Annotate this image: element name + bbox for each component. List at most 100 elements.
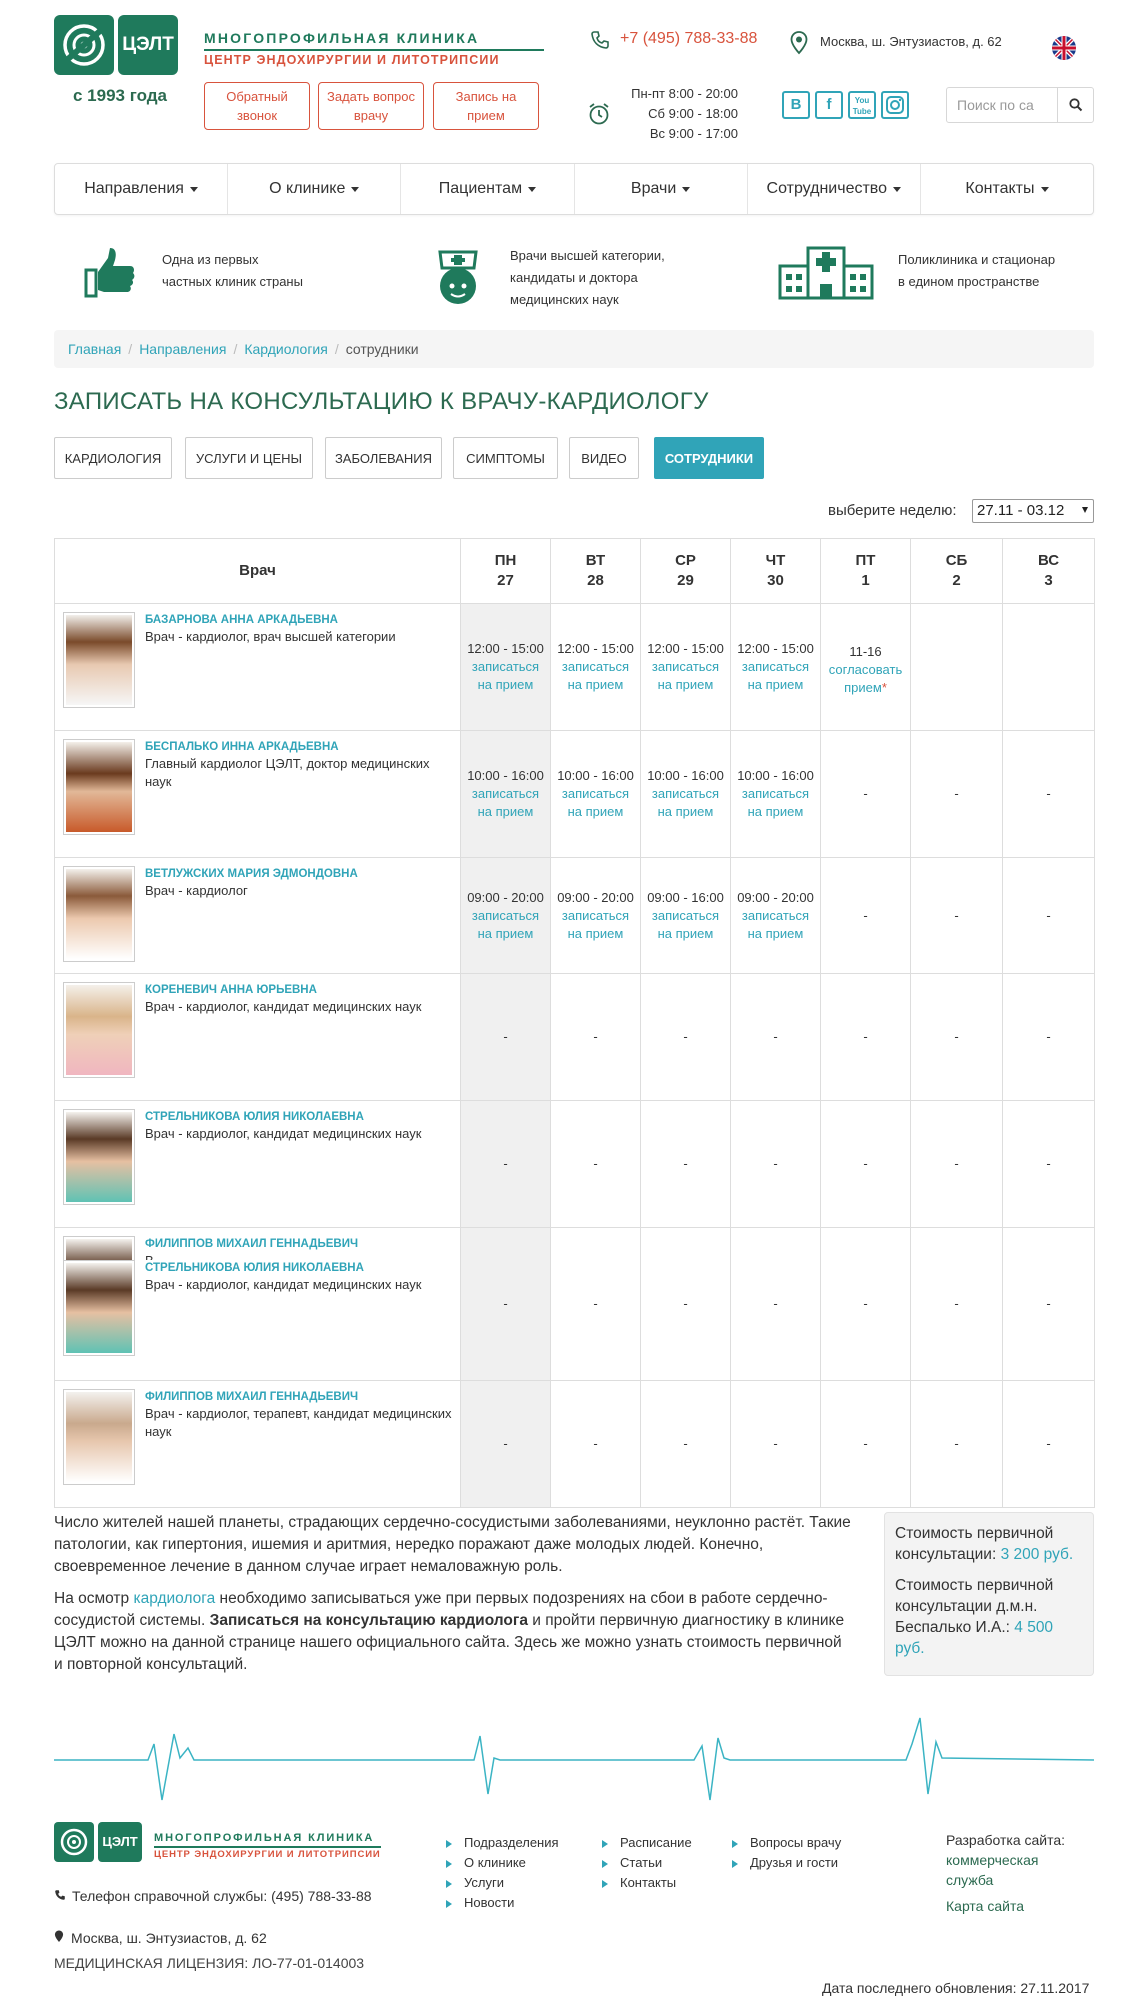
doctor-photo[interactable] (63, 982, 135, 1078)
doctor-photo[interactable] (63, 866, 135, 962)
footer-link-friends[interactable]: Друзья и гости (732, 1853, 841, 1873)
footer-link-services[interactable]: Услуги (446, 1873, 559, 1893)
search-button[interactable] (1057, 88, 1093, 122)
agree-appointment-link[interactable]: согласовать прием* (821, 661, 910, 697)
book-appointment-link[interactable]: записаться на прием (641, 658, 730, 694)
cardiologist-link[interactable]: кардиолога (133, 1590, 215, 1607)
doctor-card: БАЗАРНОВА АННА АРКАДЬЕВНА Врач - кардиоло… (63, 612, 452, 708)
nav-item-directions[interactable]: Направления (55, 164, 229, 214)
header-address: Москва, ш. Энтузиастов, д. 62 (820, 34, 1002, 49)
doctor-name-link[interactable]: БАЗАРНОВА АННА АРКАДЬЕВНА (145, 614, 396, 626)
book-appointment-link[interactable]: записаться на прием (461, 907, 550, 943)
search-input[interactable] (947, 88, 1057, 122)
doctor-name-link[interactable]: ФИЛИППОВ МИХАИЛ ГЕННАДЬЕВИЧ (145, 1238, 358, 1250)
footer-link-schedule[interactable]: Расписание (602, 1833, 692, 1853)
breadcrumb-directions[interactable]: Направления (139, 341, 226, 357)
doctor-name-link[interactable]: СТРЕЛЬНИКОВА ЮЛИЯ НИКОЛАЕВНА (145, 1262, 421, 1274)
nav-item-cooperation[interactable]: Сотрудничество (748, 164, 921, 214)
ask-doctor-button[interactable]: Задать вопрос врачу (318, 82, 424, 130)
footer-link-about[interactable]: О клинике (446, 1853, 559, 1873)
schedule-slot: 11-16 согласовать прием* (820, 603, 911, 731)
nav-item-about[interactable]: О клинике (228, 164, 402, 214)
alarm-clock-icon (586, 101, 612, 130)
footer-link-articles[interactable]: Статьи (602, 1853, 692, 1873)
doctor-name-link[interactable]: ФИЛИППОВ МИХАИЛ ГЕННАДЬЕВИЧ (145, 1391, 452, 1403)
hospital-building-icon (778, 244, 874, 303)
doctor-name-link[interactable]: ВЕТЛУЖСКИХ МАРИЯ ЭДМОНДОВНА (145, 868, 358, 880)
tab-diseases[interactable]: ЗАБОЛЕВАНИЯ (325, 437, 442, 479)
schedule-slot: - (640, 1227, 731, 1381)
book-appointment-link[interactable]: записаться на прием (551, 785, 640, 821)
vk-icon[interactable]: В (782, 91, 810, 119)
appointment-button[interactable]: Запись на прием (433, 82, 539, 130)
tab-cardiology[interactable]: КАРДИОЛОГИЯ (54, 437, 172, 479)
youtube-icon[interactable]: You Tube (848, 91, 876, 119)
footer-logo-emblem-icon (54, 1822, 94, 1862)
schedule-slot: - (820, 730, 911, 858)
price-first: Стоимость первичной консультации: 3 200 … (895, 1525, 1074, 1563)
book-appointment-link[interactable]: записаться на прием (641, 907, 730, 943)
footer-link-news[interactable]: Новости (446, 1893, 559, 1913)
clinic-logo[interactable]: ЦЭЛТ (54, 15, 186, 75)
clinic-title: МНОГОПРОФИЛЬНАЯ КЛИНИКА (204, 30, 480, 46)
tab-symptoms[interactable]: СИМПТОМЫ (453, 437, 558, 479)
tab-staff[interactable]: СОТРУДНИКИ (654, 437, 764, 479)
nav-item-doctors[interactable]: Врачи (575, 164, 748, 214)
logo-emblem-icon (54, 15, 114, 75)
schedule-slot: - (820, 973, 911, 1101)
breadcrumb-home[interactable]: Главная (68, 341, 121, 357)
book-appointment-link[interactable]: записаться на прием (731, 907, 820, 943)
schedule-slot: - (730, 1380, 821, 1508)
article-paragraph-2: На осмотр кардиолога необходимо записыва… (54, 1590, 845, 1673)
bullet-triangle-icon (446, 1899, 452, 1908)
facebook-icon[interactable]: f (815, 91, 843, 119)
caret-down-icon (189, 186, 198, 192)
schedule-slot: - (1002, 1380, 1095, 1508)
tab-services-prices[interactable]: УСЛУГИ И ЦЕНЫ (185, 437, 313, 479)
header-phone[interactable]: +7 (495) 788-33-88 (620, 30, 757, 48)
callback-button[interactable]: Обратный звонок (204, 82, 310, 130)
book-appointment-link[interactable]: записаться на прием (461, 785, 550, 821)
book-appointment-link[interactable]: записаться на прием (641, 785, 730, 821)
doctor-photo[interactable] (63, 1260, 135, 1356)
tab-video[interactable]: ВИДЕО (569, 437, 639, 479)
book-appointment-link[interactable]: записаться на прием (551, 907, 640, 943)
doctor-photo[interactable] (63, 1109, 135, 1205)
instagram-icon[interactable] (881, 91, 909, 119)
phone-icon (55, 1890, 65, 1900)
book-appointment-link[interactable]: записаться на прием (551, 658, 640, 694)
english-flag-icon[interactable] (1052, 36, 1076, 60)
book-appointment-link[interactable]: записаться на прием (731, 785, 820, 821)
sitemap-link[interactable]: Карта сайта (946, 1896, 1065, 1916)
book-appointment-link[interactable]: записаться на прием (461, 658, 550, 694)
week-select[interactable]: 27.11 - 03.12 (972, 499, 1094, 523)
doctor-name-link[interactable]: КОРЕНЕВИЧ АННА ЮРЬЕВНА (145, 984, 421, 996)
schedule-slot: - (550, 1100, 641, 1228)
footer-link-questions[interactable]: Вопросы врачу (732, 1833, 841, 1853)
doctor-photo[interactable] (63, 612, 135, 708)
bullet-triangle-icon (732, 1859, 738, 1868)
schedule-row: БЕСПАЛЬКО ИННА АРКАДЬЕВНА Главный кардиол… (54, 730, 1095, 858)
footer-links-col-1: Подразделения О клинике Услуги Новости (446, 1833, 559, 1913)
doctor-name-link[interactable]: СТРЕЛЬНИКОВА ЮЛИЯ НИКОЛАЕВНА (145, 1111, 421, 1123)
doctor-role: Врач - кардиолог, врач высшей категории (145, 629, 396, 644)
footer-developer: Разработка сайта: коммерческая служба Ка… (946, 1832, 1066, 1916)
schedule-slot: - (1002, 1227, 1095, 1381)
doctor-name-link[interactable]: БЕСПАЛЬКО ИННА АРКАДЬЕВНА (145, 741, 452, 753)
doctor-photo[interactable] (63, 1389, 135, 1485)
doctor-photo[interactable] (63, 739, 135, 835)
schedule-slot: - (550, 1380, 641, 1508)
footer-link-departments[interactable]: Подразделения (446, 1833, 559, 1853)
book-appointment-link[interactable]: записаться на прием (731, 658, 820, 694)
caret-down-icon (1040, 186, 1049, 192)
last-updated: Дата последнего обновления: 27.11.2017 (822, 1980, 1090, 1996)
nav-item-patients[interactable]: Пациентам (401, 164, 575, 214)
doctor-photo[interactable] (63, 1236, 135, 1260)
caret-down-icon (893, 186, 902, 192)
schedule-slot: - (1002, 973, 1095, 1101)
bullet-triangle-icon (732, 1839, 738, 1848)
footer-link-contacts[interactable]: Контакты (602, 1873, 692, 1893)
nav-item-contacts[interactable]: Контакты (921, 164, 1093, 214)
breadcrumb-cardiology[interactable]: Кардиология (244, 341, 328, 357)
developer-link[interactable]: коммерческая служба (946, 1850, 1056, 1890)
